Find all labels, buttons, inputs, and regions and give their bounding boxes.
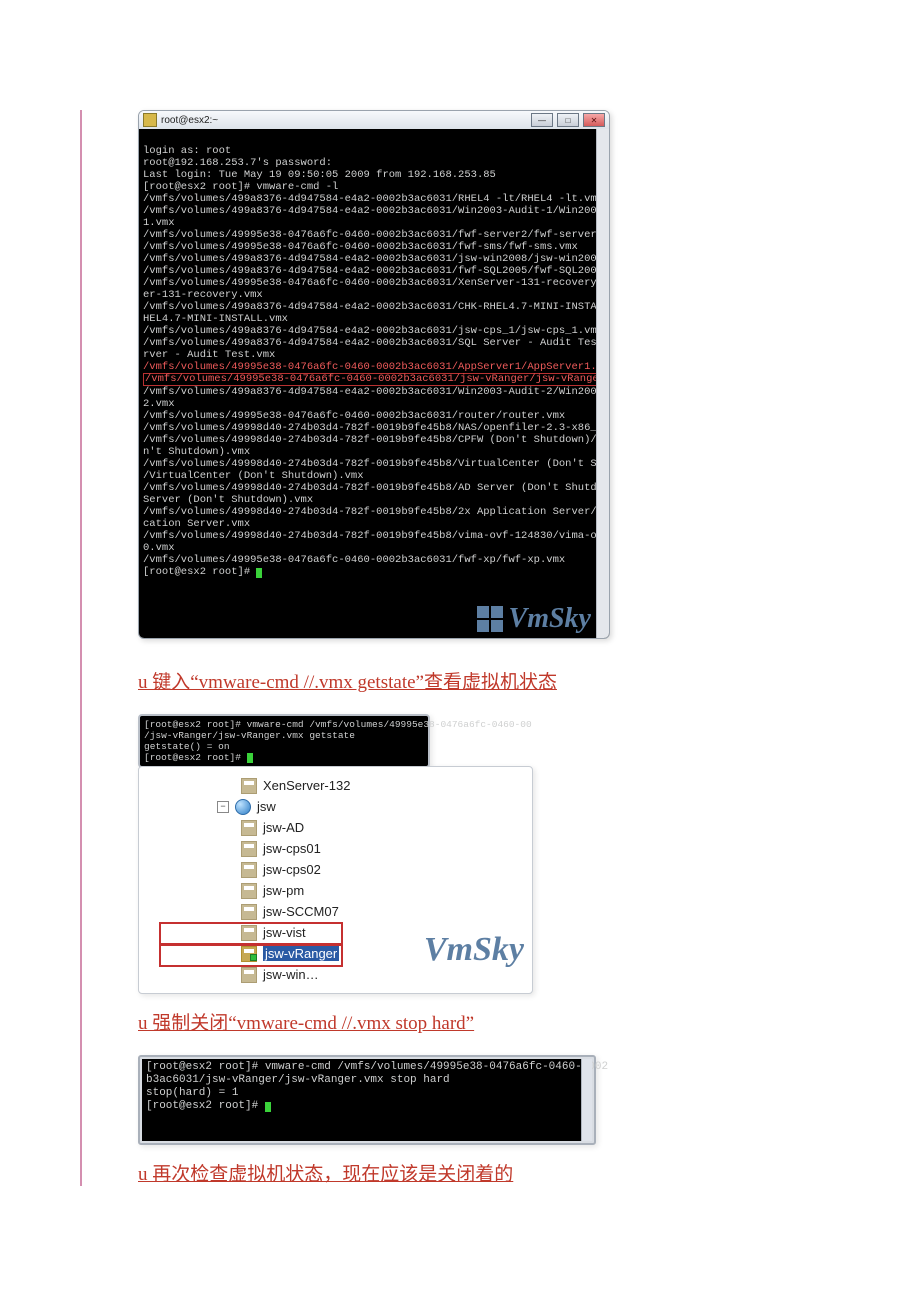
vm-icon: [241, 778, 257, 794]
tree-item-label: XenServer-132: [263, 778, 350, 793]
terminal-line: /vmfs/volumes/499a8376-4d947584-e4a2-000…: [143, 265, 610, 277]
window-title: root@esx2:~: [161, 115, 218, 126]
tree-item-label: jsw: [257, 799, 276, 814]
tree-item-label: jsw-pm: [263, 883, 304, 898]
terminal-line: /VirtualCenter (Don't Shutdown).vmx: [143, 470, 364, 482]
terminal-line: /vmfs/volumes/499a8376-4d947584-e4a2-000…: [143, 253, 610, 265]
minimize-button[interactable]: —: [531, 113, 553, 127]
window-titlebar: root@esx2:~ — □ ✕: [139, 111, 609, 129]
terminal-line: n't Shutdown).vmx: [143, 446, 250, 458]
cursor-icon: [256, 568, 262, 578]
terminal-line: Server (Don't Shutdown).vmx: [143, 494, 313, 506]
terminal-line: login as: root: [143, 145, 231, 157]
vm-icon: [241, 883, 257, 899]
scrollbar[interactable]: [581, 1059, 592, 1141]
terminal-line: /vmfs/volumes/49998d40-274b03d4-782f-001…: [143, 506, 610, 518]
terminal-line: 0.vmx: [143, 542, 175, 554]
tree-item[interactable]: jsw-vist: [169, 922, 524, 943]
caption-stop-hard: u 强制关闭“vmware-cmd //.vmx stop hard”: [138, 1008, 840, 1035]
vm-tree-panel: XenServer-132 − jsw jsw-AD jsw-cps01 jsw…: [138, 766, 533, 994]
cursor-icon: [265, 1102, 271, 1112]
stop-terminal: [root@esx2 root]# vmware-cmd /vmfs/volum…: [142, 1059, 592, 1141]
tree-item[interactable]: jsw-win…: [169, 964, 524, 985]
tree-item[interactable]: jsw-pm: [169, 880, 524, 901]
vm-icon: [241, 841, 257, 857]
terminal-line: root@192.168.253.7's password:: [143, 157, 332, 169]
tree-item-label: jsw-cps01: [263, 841, 321, 856]
terminal-line: 2.vmx: [143, 398, 175, 410]
tree-item-label: jsw-AD: [263, 820, 304, 835]
terminal-line: cation Server.vmx: [143, 518, 250, 530]
terminal-line: [root@esx2 root]# vmware-cmd /vmfs/volum…: [144, 719, 532, 730]
collapse-icon[interactable]: −: [217, 801, 229, 813]
putty-window: root@esx2:~ — □ ✕ login as: root root@19…: [138, 110, 610, 639]
tree-item[interactable]: jsw-cps02: [169, 859, 524, 880]
highlight-box: [159, 943, 343, 967]
tree-item-label: jsw-SCCM07: [263, 904, 339, 919]
tree-item-selected[interactable]: jsw-vRanger: [169, 943, 524, 964]
terminal-line: /vmfs/volumes/49998d40-274b03d4-782f-001…: [143, 530, 610, 542]
terminal-line: /vmfs/volumes/499a8376-4d947584-e4a2-000…: [143, 337, 610, 349]
tree-item[interactable]: jsw-cps01: [169, 838, 524, 859]
caption-recheck: u 再次检查虚拟机状态，现在应该是关闭着的: [138, 1159, 840, 1186]
close-button[interactable]: ✕: [583, 113, 605, 127]
watermark-text: VmSky: [509, 613, 591, 625]
vm-icon: [241, 904, 257, 920]
terminal-line: 1.vmx: [143, 217, 175, 229]
tree-item[interactable]: XenServer-132: [169, 775, 524, 796]
terminal-line: getstate() = on: [144, 741, 230, 752]
terminal-prompt: [root@esx2 root]#: [143, 566, 256, 578]
scrollbar[interactable]: [596, 129, 609, 638]
terminal-line: /vmfs/volumes/499a8376-4d947584-e4a2-000…: [143, 386, 610, 398]
terminal-prompt: [root@esx2 root]#: [146, 1100, 265, 1112]
globe-icon: [235, 799, 251, 815]
terminal-line: rver - Audit Test.vmx: [143, 349, 275, 361]
terminal-line: /vmfs/volumes/49998d40-274b03d4-782f-001…: [143, 482, 610, 494]
terminal-line: /vmfs/volumes/49995e38-0476a6fc-0460-000…: [143, 554, 565, 566]
terminal-line: stop(hard) = 1: [146, 1087, 238, 1099]
caption-getstate: u 键入“vmware-cmd //.vmx getstate”查看虚拟机状态: [138, 667, 840, 694]
terminal-line: b3ac6031/jsw-vRanger/jsw-vRanger.vmx sto…: [146, 1074, 450, 1086]
tree-item-cluster[interactable]: − jsw: [169, 796, 524, 817]
terminal-line: er-131-recovery.vmx: [143, 289, 263, 301]
tree-item[interactable]: jsw-SCCM07: [169, 901, 524, 922]
terminal-line: /vmfs/volumes/499a8376-4d947584-e4a2-000…: [143, 193, 603, 205]
terminal-line: Last login: Tue May 19 09:50:05 2009 fro…: [143, 169, 496, 181]
cursor-icon: [247, 753, 253, 763]
terminal-line: /vmfs/volumes/49998d40-274b03d4-782f-001…: [143, 458, 610, 470]
putty-icon: [143, 113, 157, 127]
terminal-line-highlight: /vmfs/volumes/49995e38-0476a6fc-0460-000…: [143, 361, 610, 373]
terminal-line: /vmfs/volumes/49995e38-0476a6fc-0460-000…: [143, 229, 610, 241]
terminal-line: /vmfs/volumes/499a8376-4d947584-e4a2-000…: [143, 205, 610, 217]
vm-icon: [241, 862, 257, 878]
maximize-button[interactable]: □: [557, 113, 579, 127]
terminal-prompt: [root@esx2 root]#: [144, 752, 247, 763]
tree-item-label: jsw-cps02: [263, 862, 321, 877]
terminal-line: [root@esx2 root]# vmware-cmd /vmfs/volum…: [146, 1061, 608, 1073]
watermark: VmSky: [477, 606, 591, 632]
terminal-line: /vmfs/volumes/49998d40-274b03d4-782f-001…: [143, 422, 610, 434]
tree-item[interactable]: jsw-AD: [169, 817, 524, 838]
stop-terminal-frame: [root@esx2 root]# vmware-cmd /vmfs/volum…: [138, 1055, 596, 1145]
terminal-line: /vmfs/volumes/499a8376-4d947584-e4a2-000…: [143, 301, 610, 313]
terminal-line: /vmfs/volumes/49995e38-0476a6fc-0460-000…: [143, 241, 578, 253]
vm-icon: [241, 967, 257, 983]
terminal-line: HEL4.7-MINI-INSTALL.vmx: [143, 313, 288, 325]
mini-terminal: [root@esx2 root]# vmware-cmd /vmfs/volum…: [138, 714, 430, 768]
terminal-line: /vmfs/volumes/49995e38-0476a6fc-0460-000…: [143, 277, 610, 289]
terminal-line: /vmfs/volumes/49998d40-274b03d4-782f-001…: [143, 434, 610, 446]
terminal-line-boxed: /vmfs/volumes/49995e38-0476a6fc-0460-000…: [143, 373, 610, 386]
terminal-line: /jsw-vRanger/jsw-vRanger.vmx getstate: [144, 730, 355, 741]
terminal-output[interactable]: login as: root root@192.168.253.7's pass…: [139, 129, 609, 638]
terminal-line: /vmfs/volumes/49995e38-0476a6fc-0460-000…: [143, 410, 565, 422]
tree-item-label: jsw-win…: [263, 967, 319, 982]
terminal-line: /vmfs/volumes/499a8376-4d947584-e4a2-000…: [143, 325, 603, 337]
terminal-line: [root@esx2 root]# vmware-cmd -l: [143, 181, 338, 193]
vm-icon: [241, 820, 257, 836]
